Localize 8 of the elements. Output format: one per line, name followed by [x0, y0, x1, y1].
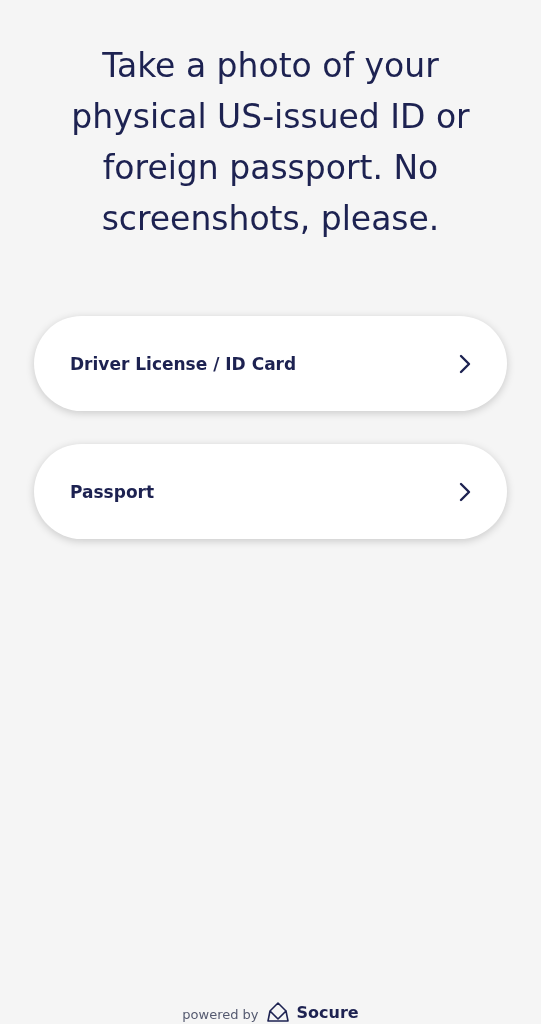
brand-name: Socure: [296, 1003, 359, 1022]
diamond-logo-icon: [266, 1002, 289, 1022]
chevron-right-icon: [459, 353, 471, 374]
chevron-right-icon: [459, 481, 471, 502]
powered-by-text: powered by: [182, 1007, 259, 1022]
document-option[interactable]: Passport: [34, 444, 507, 539]
instruction-heading: Take a photo of your physical US-issued ID or foreign passport. No screenshots, please.: [70, 45, 471, 240]
document-option[interactable]: Driver License / ID Card: [34, 316, 507, 411]
